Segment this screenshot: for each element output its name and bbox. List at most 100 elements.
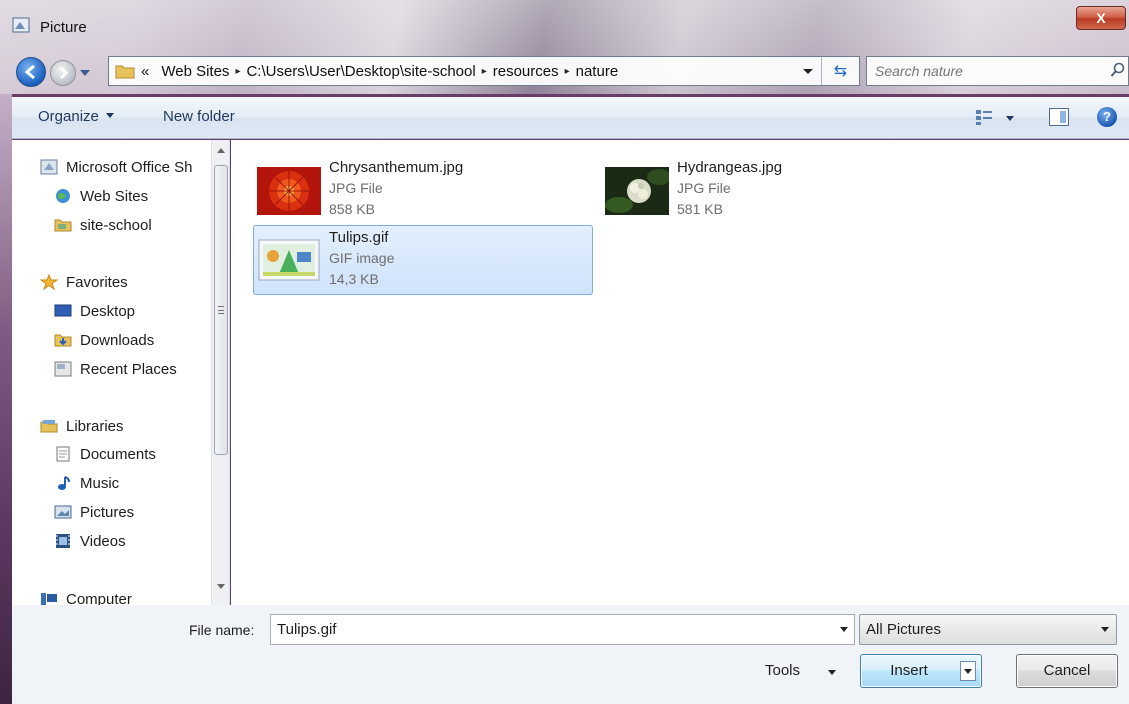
sidebar-item-label: Videos xyxy=(80,532,126,550)
sidebar-item-label: Documents xyxy=(80,445,156,463)
tools-menu[interactable]: Tools xyxy=(765,662,800,679)
libraries-icon xyxy=(40,420,58,433)
file-size: 858 KB xyxy=(329,201,375,217)
sidebar-item-label: Web Sites xyxy=(80,187,149,205)
globe-icon xyxy=(56,189,70,203)
music-icon xyxy=(58,476,70,490)
file-item-selected[interactable]: Tulips.gif GIF image 14,3 KB xyxy=(253,225,593,295)
dialog-footer: File name: All Pictures Tools Insert Can… xyxy=(12,605,1129,704)
sidebar-item-label: Microsoft Office Sh xyxy=(66,158,193,176)
file-name-label: File name: xyxy=(189,622,255,638)
view-options-dropdown[interactable] xyxy=(1006,116,1014,121)
window-title: Picture xyxy=(40,19,87,36)
sidebar-item-label: Favorites xyxy=(66,273,128,291)
pictures-icon xyxy=(54,505,72,519)
sidebar-item-site-school[interactable]: site-school xyxy=(54,212,152,238)
office-icon xyxy=(40,159,58,175)
desktop-icon xyxy=(54,304,72,317)
chevron-down-icon xyxy=(105,113,114,118)
sidebar-item-label: Desktop xyxy=(80,302,136,320)
file-size: 14,3 KB xyxy=(329,271,379,287)
scroll-up-icon[interactable] xyxy=(217,148,225,153)
back-arrow-icon xyxy=(24,64,35,80)
videos-icon xyxy=(56,534,70,548)
sidebar-item-computer[interactable]: Computer xyxy=(40,586,132,605)
downloads-icon xyxy=(54,334,72,347)
tulips-thumbnail xyxy=(258,239,320,281)
title-bar: Picture X « Web Sites ▸ C:\Users\User\De… xyxy=(0,0,1129,94)
documents-icon xyxy=(56,446,70,462)
navigation-pane: Microsoft Office Sh Web Sites site-schoo… xyxy=(12,140,230,605)
address-dropdown-icon[interactable] xyxy=(803,69,813,74)
file-item[interactable]: Hydrangeas.jpg JPG File 581 KB xyxy=(605,156,905,226)
file-type: JPG File xyxy=(677,180,731,196)
sidebar-item-pictures[interactable]: Pictures xyxy=(54,499,134,525)
insert-label: Insert xyxy=(890,662,928,679)
sidebar-item-music[interactable]: Music xyxy=(54,470,119,496)
forward-arrow-icon xyxy=(59,66,69,80)
sidebar-item-libraries[interactable]: Libraries xyxy=(40,413,124,439)
sidebar-item-favorites[interactable]: Favorites xyxy=(40,269,128,295)
command-toolbar: Organize New folder ? xyxy=(12,97,1129,139)
sidebar-item-label: Recent Places xyxy=(80,360,177,378)
recent-places-icon xyxy=(54,361,72,377)
address-segment[interactable]: nature xyxy=(570,63,625,80)
change-view-icon[interactable] xyxy=(975,108,993,126)
insert-button[interactable]: Insert xyxy=(860,654,982,688)
address-overflow[interactable]: « xyxy=(135,63,155,80)
recent-pages-dropdown[interactable] xyxy=(80,70,90,76)
grip-icon xyxy=(218,306,224,314)
forward-button[interactable] xyxy=(50,60,76,86)
sidebar-item-recent-places[interactable]: Recent Places xyxy=(54,356,177,382)
chevron-down-icon xyxy=(1101,627,1109,632)
folder-icon xyxy=(115,65,135,79)
back-button[interactable] xyxy=(16,57,46,87)
organize-label: Organize xyxy=(38,108,99,125)
sidebar-item-label: Computer xyxy=(66,590,132,606)
sidebar-item-downloads[interactable]: Downloads xyxy=(54,327,154,353)
file-type-filter[interactable]: All Pictures xyxy=(859,614,1117,645)
file-name-field[interactable] xyxy=(271,615,816,644)
new-folder-button[interactable]: New folder xyxy=(163,108,235,125)
scroll-down-icon[interactable] xyxy=(217,584,225,589)
sidebar-item-web-sites[interactable]: Web Sites xyxy=(54,183,148,209)
address-segment[interactable]: Web Sites xyxy=(155,63,235,80)
sidebar-item-microsoft-office[interactable]: Microsoft Office Sh xyxy=(40,154,192,180)
sidebar-item-desktop[interactable]: Desktop xyxy=(54,298,135,324)
file-name-combobox[interactable] xyxy=(270,614,855,645)
file-type: JPG File xyxy=(329,180,383,196)
cancel-button[interactable]: Cancel xyxy=(1016,654,1118,688)
search-input[interactable] xyxy=(867,57,1087,85)
sidebar-item-label: Libraries xyxy=(66,417,124,435)
star-icon xyxy=(40,274,58,290)
address-segment[interactable]: resources xyxy=(487,63,565,80)
address-segment[interactable]: C:\Users\User\Desktop\site-school xyxy=(240,63,481,80)
sidebar-item-documents[interactable]: Documents xyxy=(54,441,156,467)
address-bar[interactable]: « Web Sites ▸ C:\Users\User\Desktop\site… xyxy=(108,56,860,86)
file-item[interactable]: Chrysanthemum.jpg JPG File 858 KB xyxy=(257,156,557,226)
file-name: Tulips.gif xyxy=(329,229,389,246)
refresh-icon[interactable]: ⇆ xyxy=(821,57,859,85)
folder-icon xyxy=(54,219,72,232)
tools-chevron-down-icon[interactable] xyxy=(828,670,836,675)
sidebar-item-videos[interactable]: Videos xyxy=(54,528,126,554)
file-view: Chrysanthemum.jpg JPG File 858 KB Hydran… xyxy=(231,140,1129,605)
scrollbar-thumb[interactable] xyxy=(214,165,228,455)
chevron-down-icon[interactable] xyxy=(840,627,848,632)
chrysanthemum-thumbnail xyxy=(257,167,321,215)
insert-options-dropdown[interactable] xyxy=(960,661,976,681)
search-icon[interactable] xyxy=(1110,62,1126,78)
close-button[interactable]: X xyxy=(1076,6,1126,30)
sidebar-item-label: Music xyxy=(80,474,120,492)
nav-scrollbar[interactable] xyxy=(211,140,229,605)
organize-menu[interactable]: Organize xyxy=(38,108,114,125)
file-type: GIF image xyxy=(329,250,395,266)
search-box[interactable] xyxy=(866,56,1129,86)
help-icon[interactable]: ? xyxy=(1097,107,1117,127)
file-size: 581 KB xyxy=(677,201,723,217)
preview-pane-icon[interactable] xyxy=(1049,108,1069,126)
computer-icon xyxy=(41,593,57,605)
file-name: Chrysanthemum.jpg xyxy=(329,159,464,176)
sidebar-item-label: Downloads xyxy=(80,331,155,349)
file-name: Hydrangeas.jpg xyxy=(677,159,783,176)
